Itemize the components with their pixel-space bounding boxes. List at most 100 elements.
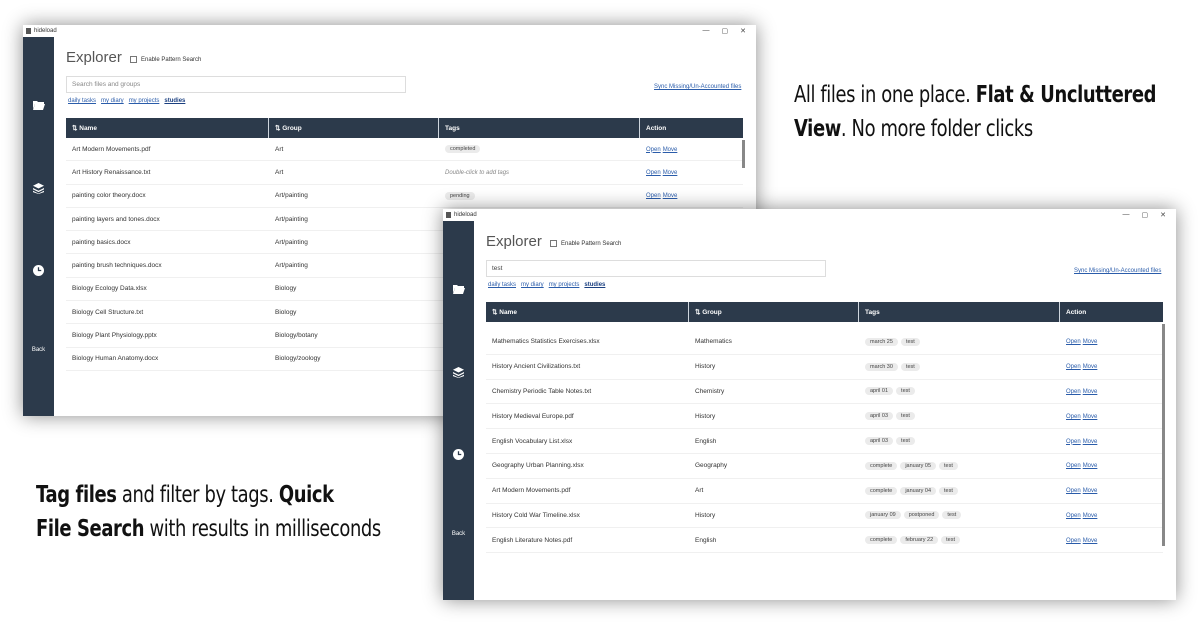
filter-my-diary[interactable]: my diary xyxy=(101,98,124,104)
folder-open-icon[interactable] xyxy=(443,281,474,297)
table-row[interactable]: History Ancient Civilizations.txt History… xyxy=(486,355,1163,380)
move-link[interactable]: Move xyxy=(1083,513,1098,519)
file-tags[interactable]: january 09 postponed test xyxy=(859,511,1060,520)
tag-chip[interactable]: test xyxy=(939,461,958,470)
sync-link[interactable]: Sync Missing/Un-Accounted files xyxy=(654,84,741,90)
table-row[interactable]: painting color theory.docx Art/painting pe… xyxy=(66,185,743,208)
open-link[interactable]: Open xyxy=(1066,538,1081,544)
file-tags[interactable]: complete january 04 test xyxy=(859,486,1060,495)
filter-my-diary[interactable]: my diary xyxy=(521,282,544,288)
move-link[interactable]: Move xyxy=(1083,439,1098,445)
move-link[interactable]: Move xyxy=(663,193,678,199)
table-row[interactable]: English Vocabulary List.xlsx English april… xyxy=(486,429,1163,454)
move-link[interactable]: Move xyxy=(663,170,678,176)
open-link[interactable]: Open xyxy=(1066,513,1081,519)
table-row[interactable]: History Medieval Europe.pdf History april … xyxy=(486,404,1163,430)
file-tags[interactable]: april 03 test xyxy=(859,412,1060,421)
tag-chip[interactable]: pending xyxy=(445,191,475,200)
filter-my-projects[interactable]: my projects xyxy=(549,282,580,288)
back-button[interactable]: Back xyxy=(23,347,54,353)
close-button[interactable]: ✕ xyxy=(1160,211,1166,219)
filter-daily-tasks[interactable]: daily tasks xyxy=(488,282,516,288)
tag-chip[interactable]: january 04 xyxy=(900,486,937,495)
open-link[interactable]: Open xyxy=(646,147,661,153)
tag-chip[interactable]: april 01 xyxy=(865,387,894,396)
tag-chip[interactable]: test xyxy=(941,536,961,545)
open-link[interactable]: Open xyxy=(1066,339,1081,345)
file-tags[interactable]: Double-click to add tags xyxy=(439,169,640,176)
file-tags[interactable]: complete january 05 test xyxy=(859,461,1060,470)
move-link[interactable]: Move xyxy=(1083,364,1098,370)
open-link[interactable]: Open xyxy=(1066,414,1081,420)
filter-studies[interactable]: studies xyxy=(164,98,185,104)
back-button[interactable]: Back xyxy=(443,531,474,537)
pattern-search-checkbox[interactable] xyxy=(550,240,557,247)
file-tags[interactable]: march 25 test xyxy=(859,337,1060,346)
file-tags[interactable]: april 01 test xyxy=(859,387,1060,396)
tag-chip[interactable]: test xyxy=(942,511,962,520)
table-row[interactable]: Mathematics Statistics Exercises.xlsx Mat… xyxy=(486,330,1163,355)
tag-chip[interactable]: test xyxy=(939,486,958,495)
move-link[interactable]: Move xyxy=(1083,463,1098,469)
tag-chip[interactable]: complete xyxy=(865,536,898,545)
minimize-button[interactable]: — xyxy=(1123,211,1130,219)
move-link[interactable]: Move xyxy=(1083,339,1098,345)
search-input[interactable]: test xyxy=(486,260,826,277)
tag-chip[interactable]: march 30 xyxy=(865,362,898,371)
maximize-button[interactable]: ▢ xyxy=(722,27,729,35)
folder-open-icon[interactable] xyxy=(23,97,54,113)
clock-icon[interactable] xyxy=(23,262,54,278)
pattern-search-checkbox[interactable] xyxy=(130,56,137,63)
close-button[interactable]: ✕ xyxy=(740,27,746,35)
tag-chip[interactable]: test xyxy=(900,337,920,346)
tag-chip[interactable]: completed xyxy=(445,145,481,154)
add-tags-hint[interactable]: Double-click to add tags xyxy=(445,170,509,176)
layers-icon[interactable] xyxy=(443,364,474,380)
move-link[interactable]: Move xyxy=(1083,488,1098,494)
maximize-button[interactable]: ▢ xyxy=(1142,211,1149,219)
table-row[interactable]: History Cold War Timeline.xlsx History jan… xyxy=(486,504,1163,529)
tag-chip[interactable]: test xyxy=(896,437,915,446)
title-bar[interactable]: hideload — ▢ ✕ xyxy=(23,25,756,37)
col-group-header[interactable]: ⇅ Group xyxy=(269,118,439,138)
tag-chip[interactable]: complete xyxy=(865,486,898,495)
open-link[interactable]: Open xyxy=(1066,463,1081,469)
pattern-search-toggle[interactable]: Enable Pattern Search xyxy=(550,240,621,247)
filter-studies[interactable]: studies xyxy=(584,282,605,288)
open-link[interactable]: Open xyxy=(1066,488,1081,494)
tag-chip[interactable]: february 22 xyxy=(900,536,939,545)
file-tags[interactable]: completed xyxy=(439,145,640,154)
open-link[interactable]: Open xyxy=(1066,389,1081,395)
tag-chip[interactable]: april 03 xyxy=(865,412,894,421)
move-link[interactable]: Move xyxy=(663,147,678,153)
table-row[interactable]: Art Modern Movements.pdf Art completed Open… xyxy=(66,138,743,162)
scrollbar[interactable] xyxy=(742,140,745,168)
file-tags[interactable]: pending xyxy=(439,191,640,200)
sync-link[interactable]: Sync Missing/Un-Accounted files xyxy=(1074,268,1161,274)
filter-daily-tasks[interactable]: daily tasks xyxy=(68,98,96,104)
open-link[interactable]: Open xyxy=(1066,439,1081,445)
open-link[interactable]: Open xyxy=(646,170,661,176)
tag-chip[interactable]: test xyxy=(896,387,915,396)
tag-chip[interactable]: april 03 xyxy=(865,437,894,446)
tag-chip[interactable]: march 25 xyxy=(865,337,898,346)
open-link[interactable]: Open xyxy=(1066,364,1081,370)
move-link[interactable]: Move xyxy=(1083,414,1098,420)
tag-chip[interactable]: complete xyxy=(865,461,898,470)
table-row[interactable]: Art History Renaissance.txt Art Double-cli… xyxy=(66,161,743,185)
move-link[interactable]: Move xyxy=(1083,389,1098,395)
title-bar[interactable]: hideload — ▢ ✕ xyxy=(443,209,1176,221)
tag-chip[interactable]: january 09 xyxy=(865,511,901,520)
open-link[interactable]: Open xyxy=(646,193,661,199)
table-row[interactable]: Geography Urban Planning.xlsx Geography co… xyxy=(486,454,1163,479)
table-row[interactable]: English Literature Notes.pdf English compl… xyxy=(486,528,1163,554)
col-group-header[interactable]: ⇅ Group xyxy=(689,302,859,322)
minimize-button[interactable]: — xyxy=(703,27,710,35)
filter-my-projects[interactable]: my projects xyxy=(129,98,160,104)
move-link[interactable]: Move xyxy=(1083,538,1098,544)
file-tags[interactable]: march 30 test xyxy=(859,362,1060,371)
col-name-header[interactable]: ⇅ Name xyxy=(66,118,269,138)
search-input[interactable]: Search files and groups xyxy=(66,76,406,93)
clock-icon[interactable] xyxy=(443,446,474,462)
tag-chip[interactable]: postponed xyxy=(903,511,940,520)
